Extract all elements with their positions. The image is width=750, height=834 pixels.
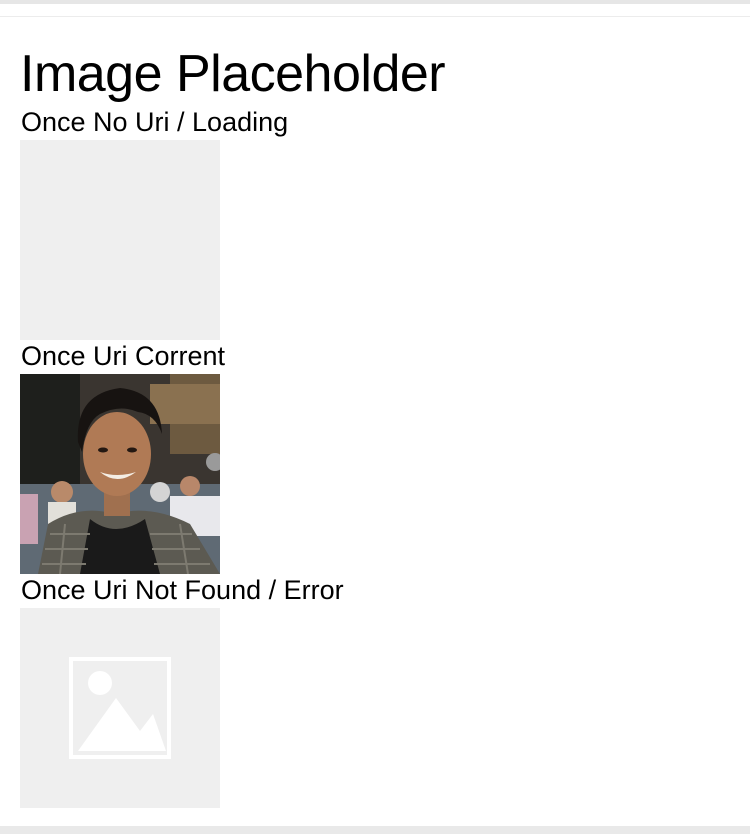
loaded-image <box>20 374 220 574</box>
page-title: Image Placeholder <box>20 45 446 103</box>
section-label-loading: Once No Uri / Loading <box>21 107 289 137</box>
content: Image Placeholder Once No Uri / Loading … <box>20 42 730 808</box>
error-placeholder <box>20 608 220 808</box>
bottom-edge <box>0 826 750 834</box>
top-edge <box>0 0 750 4</box>
person-photo <box>20 374 220 574</box>
image-placeholder-icon <box>69 657 171 759</box>
header-divider <box>0 16 750 17</box>
loading-placeholder <box>20 140 220 340</box>
section-label-error: Once Uri Not Found / Error <box>21 575 344 605</box>
section-label-image: Once Uri Corrent <box>21 341 226 371</box>
